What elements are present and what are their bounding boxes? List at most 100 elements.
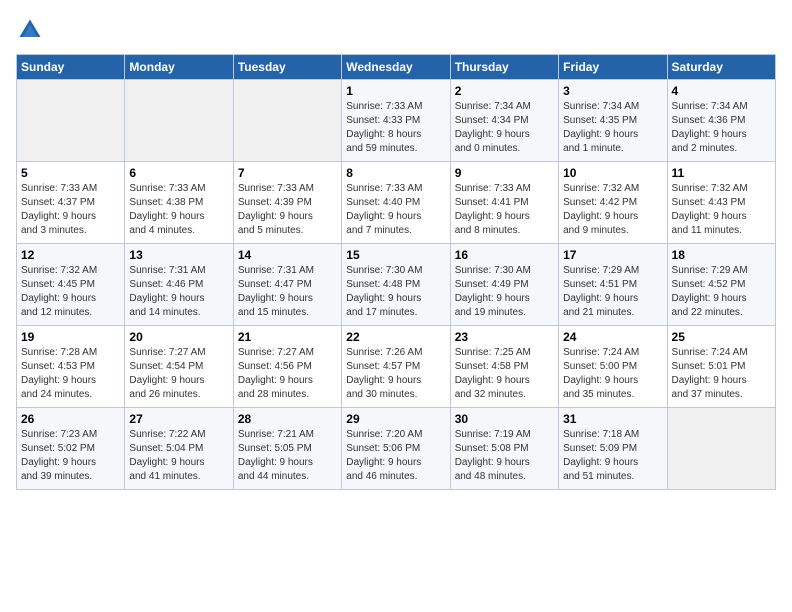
day-info: Sunrise: 7:33 AM Sunset: 4:33 PM Dayligh… — [346, 100, 445, 156]
day-info: Sunrise: 7:27 AM Sunset: 4:56 PM Dayligh… — [238, 346, 337, 402]
calendar-day-cell: 28 Sunrise: 7:21 AM Sunset: 5:05 PM Dayli… — [233, 408, 341, 490]
day-number: 19 — [21, 330, 120, 344]
calendar-day-cell: 29 Sunrise: 7:20 AM Sunset: 5:06 PM Dayli… — [342, 408, 450, 490]
page-container: SundayMondayTuesdayWednesdayThursdayFrid… — [0, 0, 792, 498]
day-info: Sunrise: 7:32 AM Sunset: 4:45 PM Dayligh… — [21, 264, 120, 320]
day-number: 16 — [455, 248, 554, 262]
calendar-day-cell: 14Sunrise: 7:31 AM Sunset: 4:47 PM Dayli… — [233, 244, 341, 326]
calendar-day-cell: 17 Sunrise: 7:29 AM Sunset: 4:51 PM Dayli… — [559, 244, 667, 326]
calendar-day-cell: 30 Sunrise: 7:19 AM Sunset: 5:08 PM Dayli… — [450, 408, 558, 490]
weekday-header-sunday: Sunday — [17, 55, 125, 80]
day-number: 18 — [672, 248, 771, 262]
day-number: 5 — [21, 166, 120, 180]
calendar-week-row: 1 Sunrise: 7:33 AM Sunset: 4:33 PM Daylig… — [17, 80, 776, 162]
day-info: Sunrise: 7:33 AM Sunset: 4:40 PM Dayligh… — [346, 182, 445, 238]
day-info: Sunrise: 7:23 AM Sunset: 5:02 PM Dayligh… — [21, 428, 120, 484]
day-info: Sunrise: 7:18 AM Sunset: 5:09 PM Dayligh… — [563, 428, 662, 484]
calendar-day-cell: 9 Sunrise: 7:33 AM Sunset: 4:41 PM Daylig… — [450, 162, 558, 244]
day-number: 24 — [563, 330, 662, 344]
day-number: 27 — [129, 412, 228, 426]
calendar-week-row: 19 Sunrise: 7:28 AM Sunset: 4:53 PM Dayli… — [17, 326, 776, 408]
calendar-week-row: 12Sunrise: 7:32 AM Sunset: 4:45 PM Dayli… — [17, 244, 776, 326]
calendar-day-cell: 21 Sunrise: 7:27 AM Sunset: 4:56 PM Dayli… — [233, 326, 341, 408]
calendar-day-cell: 23 Sunrise: 7:25 AM Sunset: 4:58 PM Dayli… — [450, 326, 558, 408]
day-number: 4 — [672, 84, 771, 98]
day-info: Sunrise: 7:31 AM Sunset: 4:46 PM Dayligh… — [129, 264, 228, 320]
day-number: 31 — [563, 412, 662, 426]
day-info: Sunrise: 7:25 AM Sunset: 4:58 PM Dayligh… — [455, 346, 554, 402]
day-info: Sunrise: 7:19 AM Sunset: 5:08 PM Dayligh… — [455, 428, 554, 484]
day-info: Sunrise: 7:30 AM Sunset: 4:49 PM Dayligh… — [455, 264, 554, 320]
calendar-header: SundayMondayTuesdayWednesdayThursdayFrid… — [17, 55, 776, 80]
day-number: 26 — [21, 412, 120, 426]
day-number: 1 — [346, 84, 445, 98]
day-number: 21 — [238, 330, 337, 344]
calendar-day-cell: 8 Sunrise: 7:33 AM Sunset: 4:40 PM Daylig… — [342, 162, 450, 244]
weekday-header-tuesday: Tuesday — [233, 55, 341, 80]
day-info: Sunrise: 7:34 AM Sunset: 4:34 PM Dayligh… — [455, 100, 554, 156]
day-info: Sunrise: 7:33 AM Sunset: 4:41 PM Dayligh… — [455, 182, 554, 238]
header — [16, 16, 776, 44]
calendar-week-row: 5 Sunrise: 7:33 AM Sunset: 4:37 PM Daylig… — [17, 162, 776, 244]
day-info: Sunrise: 7:32 AM Sunset: 4:43 PM Dayligh… — [672, 182, 771, 238]
calendar-day-cell: 7Sunrise: 7:33 AM Sunset: 4:39 PM Daylig… — [233, 162, 341, 244]
calendar-day-cell — [233, 80, 341, 162]
logo — [16, 16, 46, 44]
day-number: 28 — [238, 412, 337, 426]
calendar-day-cell: 16 Sunrise: 7:30 AM Sunset: 4:49 PM Dayli… — [450, 244, 558, 326]
day-number: 23 — [455, 330, 554, 344]
calendar-day-cell: 3 Sunrise: 7:34 AM Sunset: 4:35 PM Daylig… — [559, 80, 667, 162]
calendar-day-cell: 22 Sunrise: 7:26 AM Sunset: 4:57 PM Dayli… — [342, 326, 450, 408]
calendar-day-cell: 1 Sunrise: 7:33 AM Sunset: 4:33 PM Daylig… — [342, 80, 450, 162]
weekday-header-wednesday: Wednesday — [342, 55, 450, 80]
weekday-header-monday: Monday — [125, 55, 233, 80]
calendar-day-cell — [667, 408, 775, 490]
calendar-day-cell: 10Sunrise: 7:32 AM Sunset: 4:42 PM Dayli… — [559, 162, 667, 244]
day-info: Sunrise: 7:21 AM Sunset: 5:05 PM Dayligh… — [238, 428, 337, 484]
day-info: Sunrise: 7:32 AM Sunset: 4:42 PM Dayligh… — [563, 182, 662, 238]
calendar-day-cell: 26 Sunrise: 7:23 AM Sunset: 5:02 PM Dayli… — [17, 408, 125, 490]
day-number: 17 — [563, 248, 662, 262]
calendar-day-cell — [17, 80, 125, 162]
day-number: 29 — [346, 412, 445, 426]
day-number: 11 — [672, 166, 771, 180]
calendar-week-row: 26 Sunrise: 7:23 AM Sunset: 5:02 PM Dayli… — [17, 408, 776, 490]
day-info: Sunrise: 7:26 AM Sunset: 4:57 PM Dayligh… — [346, 346, 445, 402]
day-number: 14 — [238, 248, 337, 262]
calendar-day-cell: 6Sunrise: 7:33 AM Sunset: 4:38 PM Daylig… — [125, 162, 233, 244]
calendar-day-cell: 5 Sunrise: 7:33 AM Sunset: 4:37 PM Daylig… — [17, 162, 125, 244]
day-info: Sunrise: 7:34 AM Sunset: 4:36 PM Dayligh… — [672, 100, 771, 156]
day-info: Sunrise: 7:20 AM Sunset: 5:06 PM Dayligh… — [346, 428, 445, 484]
day-info: Sunrise: 7:30 AM Sunset: 4:48 PM Dayligh… — [346, 264, 445, 320]
day-info: Sunrise: 7:34 AM Sunset: 4:35 PM Dayligh… — [563, 100, 662, 156]
calendar-table: SundayMondayTuesdayWednesdayThursdayFrid… — [16, 54, 776, 490]
day-number: 2 — [455, 84, 554, 98]
calendar-day-cell: 19 Sunrise: 7:28 AM Sunset: 4:53 PM Dayli… — [17, 326, 125, 408]
day-number: 3 — [563, 84, 662, 98]
day-info: Sunrise: 7:29 AM Sunset: 4:51 PM Dayligh… — [563, 264, 662, 320]
day-number: 6 — [129, 166, 228, 180]
day-number: 15 — [346, 248, 445, 262]
calendar-day-cell: 11 Sunrise: 7:32 AM Sunset: 4:43 PM Dayli… — [667, 162, 775, 244]
day-info: Sunrise: 7:24 AM Sunset: 5:00 PM Dayligh… — [563, 346, 662, 402]
day-info: Sunrise: 7:27 AM Sunset: 4:54 PM Dayligh… — [129, 346, 228, 402]
day-number: 9 — [455, 166, 554, 180]
day-number: 8 — [346, 166, 445, 180]
calendar-day-cell: 27Sunrise: 7:22 AM Sunset: 5:04 PM Dayli… — [125, 408, 233, 490]
calendar-day-cell — [125, 80, 233, 162]
calendar-day-cell: 13Sunrise: 7:31 AM Sunset: 4:46 PM Dayli… — [125, 244, 233, 326]
day-info: Sunrise: 7:33 AM Sunset: 4:39 PM Dayligh… — [238, 182, 337, 238]
day-number: 30 — [455, 412, 554, 426]
logo-icon — [16, 16, 44, 44]
day-info: Sunrise: 7:28 AM Sunset: 4:53 PM Dayligh… — [21, 346, 120, 402]
day-info: Sunrise: 7:29 AM Sunset: 4:52 PM Dayligh… — [672, 264, 771, 320]
day-number: 22 — [346, 330, 445, 344]
day-info: Sunrise: 7:33 AM Sunset: 4:37 PM Dayligh… — [21, 182, 120, 238]
calendar-day-cell: 12Sunrise: 7:32 AM Sunset: 4:45 PM Dayli… — [17, 244, 125, 326]
calendar-day-cell: 24 Sunrise: 7:24 AM Sunset: 5:00 PM Dayli… — [559, 326, 667, 408]
calendar-body: 1 Sunrise: 7:33 AM Sunset: 4:33 PM Daylig… — [17, 80, 776, 490]
calendar-day-cell: 15 Sunrise: 7:30 AM Sunset: 4:48 PM Dayli… — [342, 244, 450, 326]
calendar-day-cell: 2 Sunrise: 7:34 AM Sunset: 4:34 PM Daylig… — [450, 80, 558, 162]
calendar-day-cell: 31 Sunrise: 7:18 AM Sunset: 5:09 PM Dayli… — [559, 408, 667, 490]
calendar-day-cell: 20Sunrise: 7:27 AM Sunset: 4:54 PM Dayli… — [125, 326, 233, 408]
